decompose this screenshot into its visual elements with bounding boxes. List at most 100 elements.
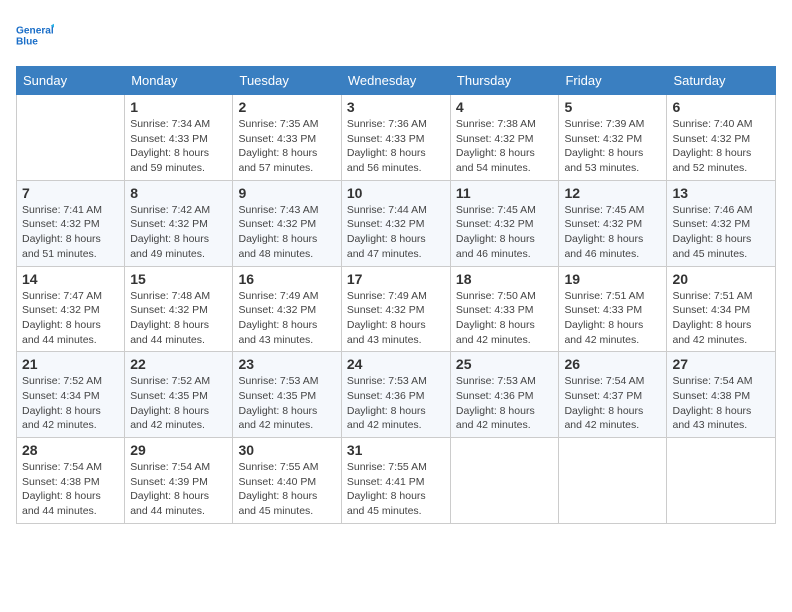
- day-number: 30: [238, 442, 335, 458]
- day-number: 31: [347, 442, 445, 458]
- day-number: 24: [347, 356, 445, 372]
- day-info: Sunrise: 7:35 AMSunset: 4:33 PMDaylight:…: [238, 117, 335, 176]
- day-number: 19: [564, 271, 661, 287]
- day-info: Sunrise: 7:49 AMSunset: 4:32 PMDaylight:…: [347, 289, 445, 348]
- day-info: Sunrise: 7:53 AMSunset: 4:36 PMDaylight:…: [347, 374, 445, 433]
- calendar-day-cell: 28Sunrise: 7:54 AMSunset: 4:38 PMDayligh…: [17, 438, 125, 524]
- day-number: 12: [564, 185, 661, 201]
- day-info: Sunrise: 7:54 AMSunset: 4:39 PMDaylight:…: [130, 460, 227, 519]
- day-number: 25: [456, 356, 554, 372]
- day-info: Sunrise: 7:45 AMSunset: 4:32 PMDaylight:…: [564, 203, 661, 262]
- day-info: Sunrise: 7:55 AMSunset: 4:40 PMDaylight:…: [238, 460, 335, 519]
- day-info: Sunrise: 7:54 AMSunset: 4:38 PMDaylight:…: [672, 374, 770, 433]
- day-number: 20: [672, 271, 770, 287]
- day-info: Sunrise: 7:55 AMSunset: 4:41 PMDaylight:…: [347, 460, 445, 519]
- day-info: Sunrise: 7:54 AMSunset: 4:37 PMDaylight:…: [564, 374, 661, 433]
- calendar-day-cell: 11 Sunrise: 7:45 AMSunset: 4:32 PMDayligh…: [450, 180, 559, 266]
- weekday-header: Monday: [125, 67, 233, 95]
- day-number: 11: [456, 185, 554, 201]
- weekday-header: Friday: [559, 67, 667, 95]
- calendar-table: SundayMondayTuesdayWednesdayThursdayFrid…: [16, 66, 776, 524]
- day-number: 18: [456, 271, 554, 287]
- weekday-header: Thursday: [450, 67, 559, 95]
- calendar-day-cell: 14 Sunrise: 7:47 AMSunset: 4:32 PMDayligh…: [17, 266, 125, 352]
- calendar-day-cell: 19 Sunrise: 7:51 AMSunset: 4:33 PMDayligh…: [559, 266, 667, 352]
- day-info: Sunrise: 7:52 AMSunset: 4:34 PMDaylight:…: [22, 374, 119, 433]
- day-number: 7: [22, 185, 119, 201]
- day-info: Sunrise: 7:52 AMSunset: 4:35 PMDaylight:…: [130, 374, 227, 433]
- day-info: Sunrise: 7:51 AMSunset: 4:34 PMDaylight:…: [672, 289, 770, 348]
- day-number: 29: [130, 442, 227, 458]
- day-number: 2: [238, 99, 335, 115]
- day-info: Sunrise: 7:54 AMSunset: 4:38 PMDaylight:…: [22, 460, 119, 519]
- calendar-day-cell: 9 Sunrise: 7:43 AMSunset: 4:32 PMDaylight…: [233, 180, 341, 266]
- svg-text:General: General: [16, 26, 54, 37]
- day-number: 10: [347, 185, 445, 201]
- calendar-day-cell: 15 Sunrise: 7:48 AMSunset: 4:32 PMDayligh…: [125, 266, 233, 352]
- calendar-day-cell: 2 Sunrise: 7:35 AMSunset: 4:33 PMDaylight…: [233, 95, 341, 181]
- calendar-header-row: SundayMondayTuesdayWednesdayThursdayFrid…: [17, 67, 776, 95]
- day-info: Sunrise: 7:43 AMSunset: 4:32 PMDaylight:…: [238, 203, 335, 262]
- calendar-week-row: 1Sunrise: 7:34 AMSunset: 4:33 PMDaylight…: [17, 95, 776, 181]
- day-info: Sunrise: 7:50 AMSunset: 4:33 PMDaylight:…: [456, 289, 554, 348]
- weekday-header: Sunday: [17, 67, 125, 95]
- calendar-day-cell: 23 Sunrise: 7:53 AMSunset: 4:35 PMDayligh…: [233, 352, 341, 438]
- day-info: Sunrise: 7:51 AMSunset: 4:33 PMDaylight:…: [564, 289, 661, 348]
- day-info: Sunrise: 7:45 AMSunset: 4:32 PMDaylight:…: [456, 203, 554, 262]
- calendar-day-cell: 17 Sunrise: 7:49 AMSunset: 4:32 PMDayligh…: [341, 266, 450, 352]
- calendar-day-cell: [667, 438, 776, 524]
- calendar-day-cell: [450, 438, 559, 524]
- day-number: 13: [672, 185, 770, 201]
- logo: General Blue: [16, 16, 54, 54]
- weekday-header: Saturday: [667, 67, 776, 95]
- day-info: Sunrise: 7:53 AMSunset: 4:35 PMDaylight:…: [238, 374, 335, 433]
- day-number: 14: [22, 271, 119, 287]
- day-number: 9: [238, 185, 335, 201]
- day-info: Sunrise: 7:47 AMSunset: 4:32 PMDaylight:…: [22, 289, 119, 348]
- day-number: 16: [238, 271, 335, 287]
- weekday-header: Wednesday: [341, 67, 450, 95]
- calendar-day-cell: [17, 95, 125, 181]
- page-header: General Blue: [16, 16, 776, 54]
- day-number: 17: [347, 271, 445, 287]
- calendar-day-cell: 30 Sunrise: 7:55 AMSunset: 4:40 PMDayligh…: [233, 438, 341, 524]
- calendar-day-cell: 26Sunrise: 7:54 AMSunset: 4:37 PMDayligh…: [559, 352, 667, 438]
- calendar-day-cell: 8Sunrise: 7:42 AMSunset: 4:32 PMDaylight…: [125, 180, 233, 266]
- day-number: 5: [564, 99, 661, 115]
- day-info: Sunrise: 7:36 AMSunset: 4:33 PMDaylight:…: [347, 117, 445, 176]
- calendar-week-row: 14 Sunrise: 7:47 AMSunset: 4:32 PMDayligh…: [17, 266, 776, 352]
- day-info: Sunrise: 7:53 AMSunset: 4:36 PMDaylight:…: [456, 374, 554, 433]
- day-info: Sunrise: 7:41 AMSunset: 4:32 PMDaylight:…: [22, 203, 119, 262]
- calendar-day-cell: 12 Sunrise: 7:45 AMSunset: 4:32 PMDayligh…: [559, 180, 667, 266]
- day-number: 27: [672, 356, 770, 372]
- calendar-day-cell: 7 Sunrise: 7:41 AMSunset: 4:32 PMDaylight…: [17, 180, 125, 266]
- calendar-week-row: 7 Sunrise: 7:41 AMSunset: 4:32 PMDaylight…: [17, 180, 776, 266]
- calendar-day-cell: 27 Sunrise: 7:54 AMSunset: 4:38 PMDayligh…: [667, 352, 776, 438]
- logo-svg: General Blue: [16, 16, 54, 54]
- day-info: Sunrise: 7:49 AMSunset: 4:32 PMDaylight:…: [238, 289, 335, 348]
- calendar-day-cell: 1Sunrise: 7:34 AMSunset: 4:33 PMDaylight…: [125, 95, 233, 181]
- calendar-day-cell: 21Sunrise: 7:52 AMSunset: 4:34 PMDayligh…: [17, 352, 125, 438]
- day-number: 22: [130, 356, 227, 372]
- day-number: 15: [130, 271, 227, 287]
- calendar-day-cell: 24 Sunrise: 7:53 AMSunset: 4:36 PMDayligh…: [341, 352, 450, 438]
- calendar-day-cell: 13Sunrise: 7:46 AMSunset: 4:32 PMDayligh…: [667, 180, 776, 266]
- weekday-header: Tuesday: [233, 67, 341, 95]
- day-number: 23: [238, 356, 335, 372]
- svg-text:Blue: Blue: [16, 37, 38, 48]
- day-info: Sunrise: 7:44 AMSunset: 4:32 PMDaylight:…: [347, 203, 445, 262]
- day-number: 4: [456, 99, 554, 115]
- calendar-day-cell: 6Sunrise: 7:40 AMSunset: 4:32 PMDaylight…: [667, 95, 776, 181]
- calendar-day-cell: 4Sunrise: 7:38 AMSunset: 4:32 PMDaylight…: [450, 95, 559, 181]
- calendar-day-cell: 20 Sunrise: 7:51 AMSunset: 4:34 PMDayligh…: [667, 266, 776, 352]
- day-info: Sunrise: 7:42 AMSunset: 4:32 PMDaylight:…: [130, 203, 227, 262]
- calendar-day-cell: 22 Sunrise: 7:52 AMSunset: 4:35 PMDayligh…: [125, 352, 233, 438]
- calendar-day-cell: 3Sunrise: 7:36 AMSunset: 4:33 PMDaylight…: [341, 95, 450, 181]
- day-info: Sunrise: 7:48 AMSunset: 4:32 PMDaylight:…: [130, 289, 227, 348]
- day-number: 6: [672, 99, 770, 115]
- calendar-week-row: 21Sunrise: 7:52 AMSunset: 4:34 PMDayligh…: [17, 352, 776, 438]
- calendar-day-cell: 10 Sunrise: 7:44 AMSunset: 4:32 PMDayligh…: [341, 180, 450, 266]
- day-info: Sunrise: 7:34 AMSunset: 4:33 PMDaylight:…: [130, 117, 227, 176]
- calendar-day-cell: 29 Sunrise: 7:54 AMSunset: 4:39 PMDayligh…: [125, 438, 233, 524]
- calendar-day-cell: [559, 438, 667, 524]
